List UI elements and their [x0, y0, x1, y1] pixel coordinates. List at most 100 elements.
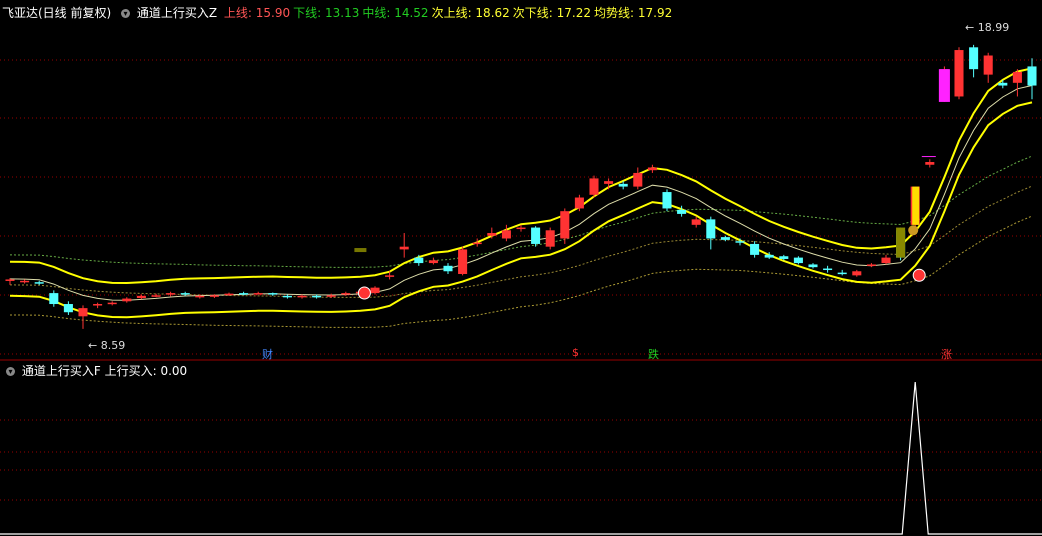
candle-body	[5, 279, 15, 281]
trend-upper-dotted	[9, 155, 1033, 268]
candle-body	[691, 219, 701, 225]
candle-body	[998, 82, 1008, 86]
candle-body	[312, 295, 322, 298]
candle-body	[633, 172, 643, 187]
candle-body	[808, 264, 818, 268]
candle-body	[253, 293, 263, 295]
indicator-value-4: 次下线: 17.22	[512, 6, 591, 20]
trend-lower-dotted	[10, 215, 1033, 328]
highlight-bar-magenta	[938, 69, 950, 102]
candle-body	[560, 211, 570, 239]
high-price-label: ← 18.99	[965, 21, 1010, 34]
highlight-bar-yellow	[912, 186, 920, 225]
buy-signal-icon	[912, 268, 926, 282]
indicator-value-2: 中线: 14.52	[362, 6, 429, 20]
sub-signal-line	[0, 381, 1042, 535]
candle-body	[647, 167, 657, 171]
candle-body	[793, 257, 803, 264]
candle-body	[370, 287, 380, 294]
candle-body	[341, 293, 351, 295]
candle-body	[779, 256, 789, 259]
candle-body	[837, 272, 847, 275]
candle-body	[180, 293, 190, 295]
candle-body	[925, 162, 935, 165]
candle-body	[239, 293, 249, 295]
sub-indicator-name: 通道上行买入F	[21, 364, 101, 378]
marker-dollar: $	[572, 346, 579, 359]
money-bag-icon	[908, 225, 919, 236]
low-price-label: ← 8.59	[88, 339, 126, 352]
candle-body	[881, 257, 891, 264]
buy-signal-icon	[357, 286, 371, 300]
candle-body	[1027, 66, 1037, 86]
candle-body	[969, 47, 979, 70]
indicator-name: 通道上行买入Z	[136, 6, 218, 20]
candle-body	[1012, 71, 1022, 83]
indicator-value-1: 下线: 13.13	[293, 6, 360, 20]
sub-indicator-label: 上行买入:	[104, 364, 157, 378]
candle-body	[618, 183, 628, 187]
indicator-values: 上线: 15.90 下线: 13.13 中线: 14.52 次上线: 18.62 次下线…	[224, 6, 675, 20]
candle-body	[750, 243, 760, 255]
candle-body	[735, 241, 745, 243]
candle-body	[589, 178, 599, 195]
indicator-value-5: 均势线: 17.92	[594, 6, 673, 20]
candle-body	[604, 181, 614, 184]
candle-body	[706, 219, 716, 239]
indicator-value-3: 次上线: 18.62	[431, 6, 510, 20]
candle-body	[414, 257, 424, 264]
candle-body	[677, 209, 687, 214]
candle-body	[866, 264, 876, 266]
stock-chart[interactable]	[0, 0, 1042, 536]
marker-zhang: 涨	[941, 348, 952, 361]
candle-body	[326, 295, 336, 297]
candle-body	[458, 249, 468, 274]
marker-cai: 财	[262, 348, 273, 361]
candle-body	[545, 230, 555, 247]
sub-header: ▾ 通道上行买入F 上行买入: 0.00	[2, 362, 187, 379]
candle-body	[166, 293, 176, 295]
candle-body	[385, 275, 395, 277]
candle-body	[282, 295, 292, 298]
candle-body	[399, 246, 409, 250]
channel-upper-line	[9, 67, 1033, 285]
main-header: 飞亚达(日线 前复权) ▾ 通道上行买入Z 上线: 15.90 下线: 13.13…	[2, 4, 678, 21]
candle-body	[501, 230, 511, 239]
channel-lower-line	[9, 101, 1033, 319]
candle-body	[107, 302, 117, 305]
candle-body	[720, 237, 730, 240]
sub-indicator-value: 0.00	[160, 364, 188, 378]
candle-body	[151, 295, 161, 297]
candle-body	[20, 280, 30, 283]
marker-die: 跌	[648, 348, 659, 361]
candle-body	[34, 282, 44, 284]
candle-body	[136, 295, 146, 299]
candle-body	[487, 233, 497, 236]
candle-body	[574, 197, 584, 209]
sub-indicator-toggle-icon[interactable]: ▾	[6, 367, 15, 376]
candle-body	[428, 260, 438, 264]
candle-body	[531, 227, 541, 244]
candle-body	[983, 55, 993, 75]
candle-body	[764, 254, 774, 258]
candle-body	[195, 295, 205, 298]
candle-body	[78, 308, 88, 317]
candle-body	[954, 50, 964, 97]
candle-body	[823, 268, 833, 271]
candle-body	[268, 293, 278, 295]
candle-body	[662, 192, 672, 209]
candle-body	[852, 271, 862, 276]
candle-body	[472, 242, 482, 245]
candle-body	[209, 295, 219, 297]
indicator-value-0: 上线: 15.90	[223, 6, 291, 20]
signal-flag	[354, 248, 367, 253]
candle-body	[49, 293, 59, 305]
candle-body	[297, 295, 307, 298]
candle-body	[63, 304, 73, 313]
candle-body	[93, 304, 103, 306]
highlight-bar-olive	[896, 227, 906, 258]
stock-title: 飞亚达(日线 前复权)	[2, 6, 112, 20]
indicator-toggle-icon[interactable]: ▾	[121, 9, 131, 18]
candle-body	[224, 293, 234, 296]
candle-body	[443, 265, 453, 272]
